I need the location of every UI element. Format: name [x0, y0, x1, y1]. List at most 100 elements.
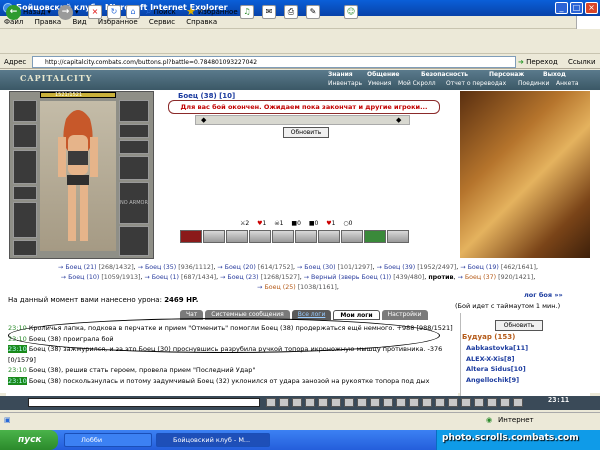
media-button[interactable]: ♫ [240, 4, 254, 20]
effect-icon[interactable] [203, 230, 225, 243]
refresh-room-button[interactable]: Обновить [495, 320, 543, 331]
effect-icon[interactable] [364, 230, 386, 243]
nav-transfers[interactable]: Отчет о переводах [446, 80, 506, 87]
chat-button[interactable] [331, 398, 341, 407]
effect-icon[interactable] [226, 230, 248, 243]
effect-icon[interactable] [387, 230, 409, 243]
minimize-button[interactable]: _ [555, 2, 568, 14]
search-button[interactable]: ⌕ Поиск [146, 4, 176, 20]
task-lobby[interactable]: Лобби [64, 433, 152, 447]
chat-button[interactable] [292, 398, 302, 407]
fighter-entry[interactable]: → Боец (37) [920/1421], [458, 274, 536, 281]
effect-icon[interactable] [341, 230, 363, 243]
fighter-entry[interactable]: → Боец (23) [1268/1527], [220, 274, 304, 281]
effect-icon[interactable] [180, 230, 202, 243]
chat-button[interactable] [370, 398, 380, 407]
chat-button[interactable] [422, 398, 432, 407]
effect-icon[interactable] [272, 230, 294, 243]
room-user[interactable]: ALEX-X-Xis[8] [466, 354, 528, 365]
nav-communication[interactable]: Общение [367, 71, 399, 78]
chat-button[interactable] [487, 398, 497, 407]
chat-button[interactable] [409, 398, 419, 407]
equip-slot-amulet[interactable] [119, 124, 149, 138]
equip-slot-gloves[interactable] [119, 156, 149, 180]
go-button[interactable]: ➜ Переход [518, 56, 558, 68]
messenger-button[interactable]: ☺ [344, 4, 358, 20]
battle-log-link[interactable]: лог боя »» [524, 291, 563, 299]
home-button[interactable]: ⌂ [126, 4, 140, 20]
nav-skills[interactable]: Умения [368, 80, 391, 87]
room-user[interactable]: Angellochik[9] [466, 375, 528, 386]
chat-input[interactable] [28, 398, 260, 407]
edit-button[interactable]: ✎ [306, 4, 320, 20]
fighter-entry[interactable]: → Боец (10) [1059/1913], [61, 274, 145, 281]
equip-slot-earrings[interactable] [119, 100, 149, 122]
refresh-battle-button[interactable]: Обновить [283, 127, 329, 138]
chat-button[interactable] [279, 398, 289, 407]
chat-button[interactable] [357, 398, 367, 407]
fighter-entry[interactable]: → Верный (зверь Боец (1)) [439/480], [304, 274, 429, 281]
nav-inventory[interactable]: Инвентарь [328, 80, 362, 87]
fighter-entry[interactable]: → Боец (21) [268/1432], [58, 264, 138, 271]
effect-icon[interactable] [295, 230, 317, 243]
effect-icon[interactable] [318, 230, 340, 243]
links-button[interactable]: Ссылки [568, 56, 596, 68]
effect-icon[interactable] [249, 230, 271, 243]
chat-button[interactable] [474, 398, 484, 407]
fighter-entry[interactable]: → Боец (25) [1038/1161], [257, 284, 339, 291]
close-button[interactable]: × [585, 2, 598, 14]
back-button[interactable]: ← Назад ▾ [6, 4, 51, 20]
task-combats[interactable]: Бойцовский клуб - M... [156, 433, 270, 447]
nav-my-scroll[interactable]: Мой Скролл [398, 80, 436, 87]
maximize-button[interactable]: □ [570, 2, 583, 14]
chat-button[interactable] [318, 398, 328, 407]
print-button[interactable]: ⎙ [284, 4, 298, 20]
chat-button[interactable] [344, 398, 354, 407]
equip-slot-shield[interactable]: NO ARMOR [119, 182, 149, 224]
equip-slot-armor[interactable] [13, 150, 37, 184]
back-arrow-icon: ← [6, 4, 21, 20]
equip-slot-weapon[interactable] [13, 124, 37, 148]
fighter-entry[interactable]: → Боец (39) [1952/2497], [377, 264, 461, 271]
chat-button[interactable] [500, 398, 510, 407]
equip-slot-pants[interactable] [13, 202, 37, 238]
refresh-page-button[interactable]: ↻ [107, 4, 121, 20]
chat-button[interactable] [513, 398, 523, 407]
stop-button[interactable]: × [88, 4, 102, 20]
fighter-entry[interactable]: → Боец (35) [936/1112], [138, 264, 218, 271]
chat-button[interactable] [448, 398, 458, 407]
start-button[interactable]: пуск [0, 430, 58, 450]
tab-settings[interactable]: Настройки [381, 310, 428, 320]
chat-button[interactable] [461, 398, 471, 407]
equip-slot-boots[interactable] [13, 240, 37, 256]
nav-fights[interactable]: Поединки [518, 80, 549, 87]
nav-profile[interactable]: Анкета [556, 80, 579, 87]
equip-slot-helmet[interactable] [13, 100, 37, 122]
equip-slot-rings[interactable] [119, 140, 149, 154]
nav-character[interactable]: Персонаж [489, 71, 524, 78]
chat-button[interactable] [266, 398, 276, 407]
room-user[interactable]: Altera Sidus[10] [466, 364, 528, 375]
fighter-entry[interactable]: → Боец (19) [462/1641], [460, 264, 538, 271]
chat-button[interactable] [435, 398, 445, 407]
equip-slot-belt[interactable] [13, 186, 37, 200]
mail-button[interactable]: ✉ [262, 4, 276, 20]
room-user[interactable]: Aabkastovka[11] [466, 343, 528, 354]
enemy-name[interactable]: Боец (38) [10] [178, 92, 235, 100]
forward-button[interactable]: → ▾ [58, 4, 79, 20]
tab-my-logs[interactable]: Мои логи [333, 310, 380, 320]
nav-exit[interactable]: Выход [543, 71, 566, 78]
media-icon: ♫ [240, 5, 254, 19]
nav-knowledge[interactable]: Знания [328, 71, 353, 78]
nav-security[interactable]: Безопасность [421, 71, 468, 78]
chat-button[interactable] [396, 398, 406, 407]
address-input[interactable]: http://capitalcity.combats.com/buttons.p… [32, 56, 516, 68]
favorites-button[interactable]: ★ Избранное [186, 4, 238, 20]
chat-button[interactable] [383, 398, 393, 407]
fighter-entry[interactable]: → Боец (20) [614/1752], [217, 264, 297, 271]
equip-slot-boots-right[interactable] [119, 226, 149, 256]
fighter-entry[interactable]: → Боец (1) [687/1434], [144, 274, 220, 281]
fighter-entry[interactable]: → Боец (30) [101/1297], [297, 264, 377, 271]
fighter-name: Боец (30) [304, 264, 336, 271]
chat-button[interactable] [305, 398, 315, 407]
